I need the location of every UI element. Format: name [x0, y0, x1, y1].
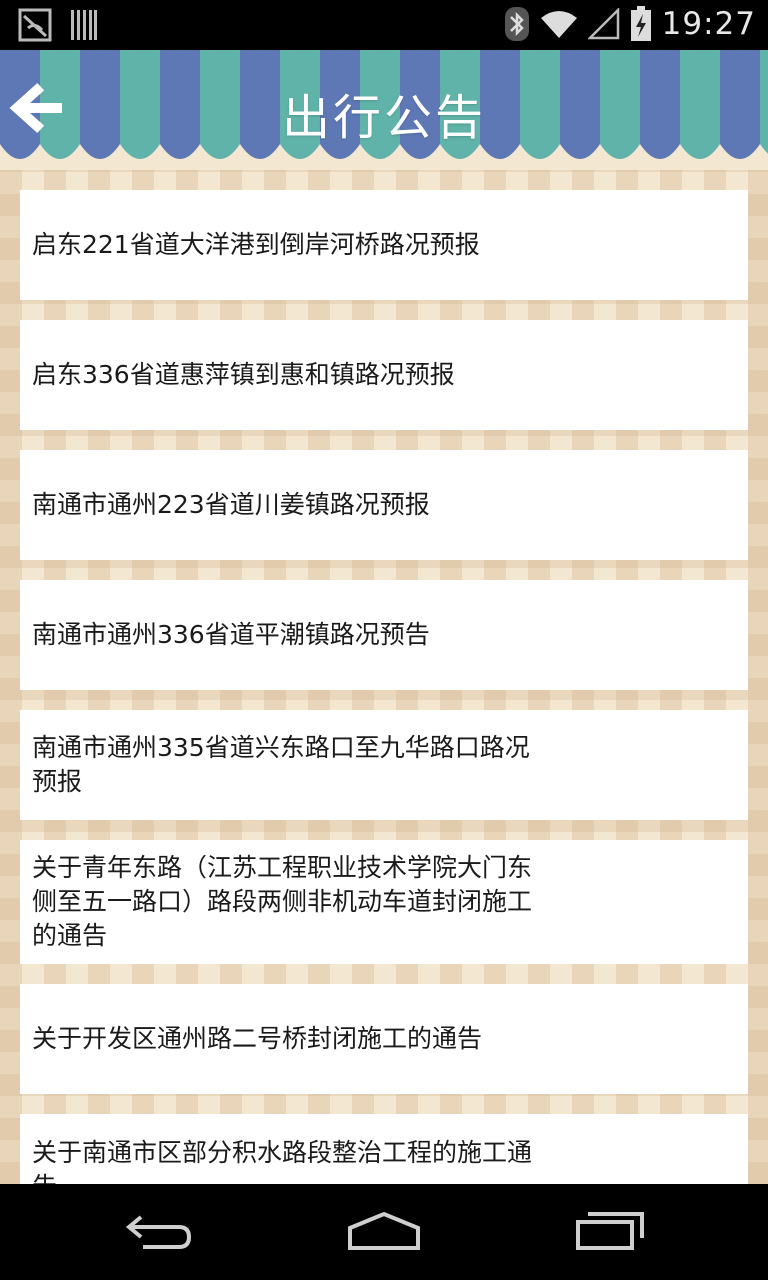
system-nav-bar	[0, 1184, 768, 1280]
wifi-icon	[540, 11, 577, 38]
back-nav-icon	[125, 1215, 192, 1249]
list-item[interactable]: 关于南通市区部分积水路段整治工程的施工通告	[20, 1114, 748, 1184]
list-item[interactable]: 关于青年东路（江苏工程职业技术学院大门东侧至五一路口）路段两侧非机动车道封闭施工…	[20, 840, 748, 964]
notice-title: 南通市通州336省道平潮镇路况预告	[32, 620, 430, 649]
status-time: 19:27	[661, 6, 756, 42]
list-item[interactable]: 启东221省道大洋港到倒岸河桥路况预报	[20, 190, 748, 300]
home-nav-icon	[348, 1211, 420, 1250]
list-item[interactable]: 南通市通州223省道川姜镇路况预报	[20, 450, 748, 560]
list-item[interactable]: 关于开发区通州路二号桥封闭施工的通告	[20, 984, 748, 1094]
battery-charging-icon	[630, 6, 651, 41]
notice-title: 启东336省道惠萍镇到惠和镇路况预报	[32, 360, 455, 389]
status-bar: 19:27	[0, 0, 768, 50]
notice-list[interactable]: 启东221省道大洋港到倒岸河桥路况预报 启东336省道惠萍镇到惠和镇路况预报 南…	[0, 170, 768, 1184]
back-nav-button[interactable]	[115, 1206, 205, 1256]
bluetooth-icon	[504, 7, 529, 41]
list-item[interactable]: 南通市通州335省道兴东路口至九华路口路况预报	[20, 710, 748, 820]
signal-icon	[587, 8, 619, 40]
recent-apps-button[interactable]	[565, 1206, 655, 1256]
list-item[interactable]: 启东336省道惠萍镇到惠和镇路况预报	[20, 320, 748, 430]
recent-apps-icon	[576, 1212, 644, 1250]
home-nav-button[interactable]	[339, 1206, 429, 1256]
header-bar: 出行公告	[0, 50, 768, 170]
notice-title: 关于南通市区部分积水路段整治工程的施工通告	[32, 1138, 533, 1184]
notice-title: 关于开发区通州路二号桥封闭施工的通告	[32, 1024, 483, 1053]
notice-title: 启东221省道大洋港到倒岸河桥路况预报	[32, 230, 480, 259]
barcode-icon	[71, 10, 97, 40]
notice-title: 南通市通州223省道川姜镇路况预报	[32, 490, 430, 519]
notice-title: 南通市通州335省道兴东路口至九华路口路况预报	[32, 733, 530, 796]
notification-app-icon	[18, 8, 52, 42]
page-title: 出行公告	[281, 90, 486, 146]
notice-title: 关于青年东路（江苏工程职业技术学院大门东侧至五一路口）路段两侧非机动车道封闭施工…	[32, 853, 533, 950]
list-item[interactable]: 南通市通州336省道平潮镇路况预告	[20, 580, 748, 690]
